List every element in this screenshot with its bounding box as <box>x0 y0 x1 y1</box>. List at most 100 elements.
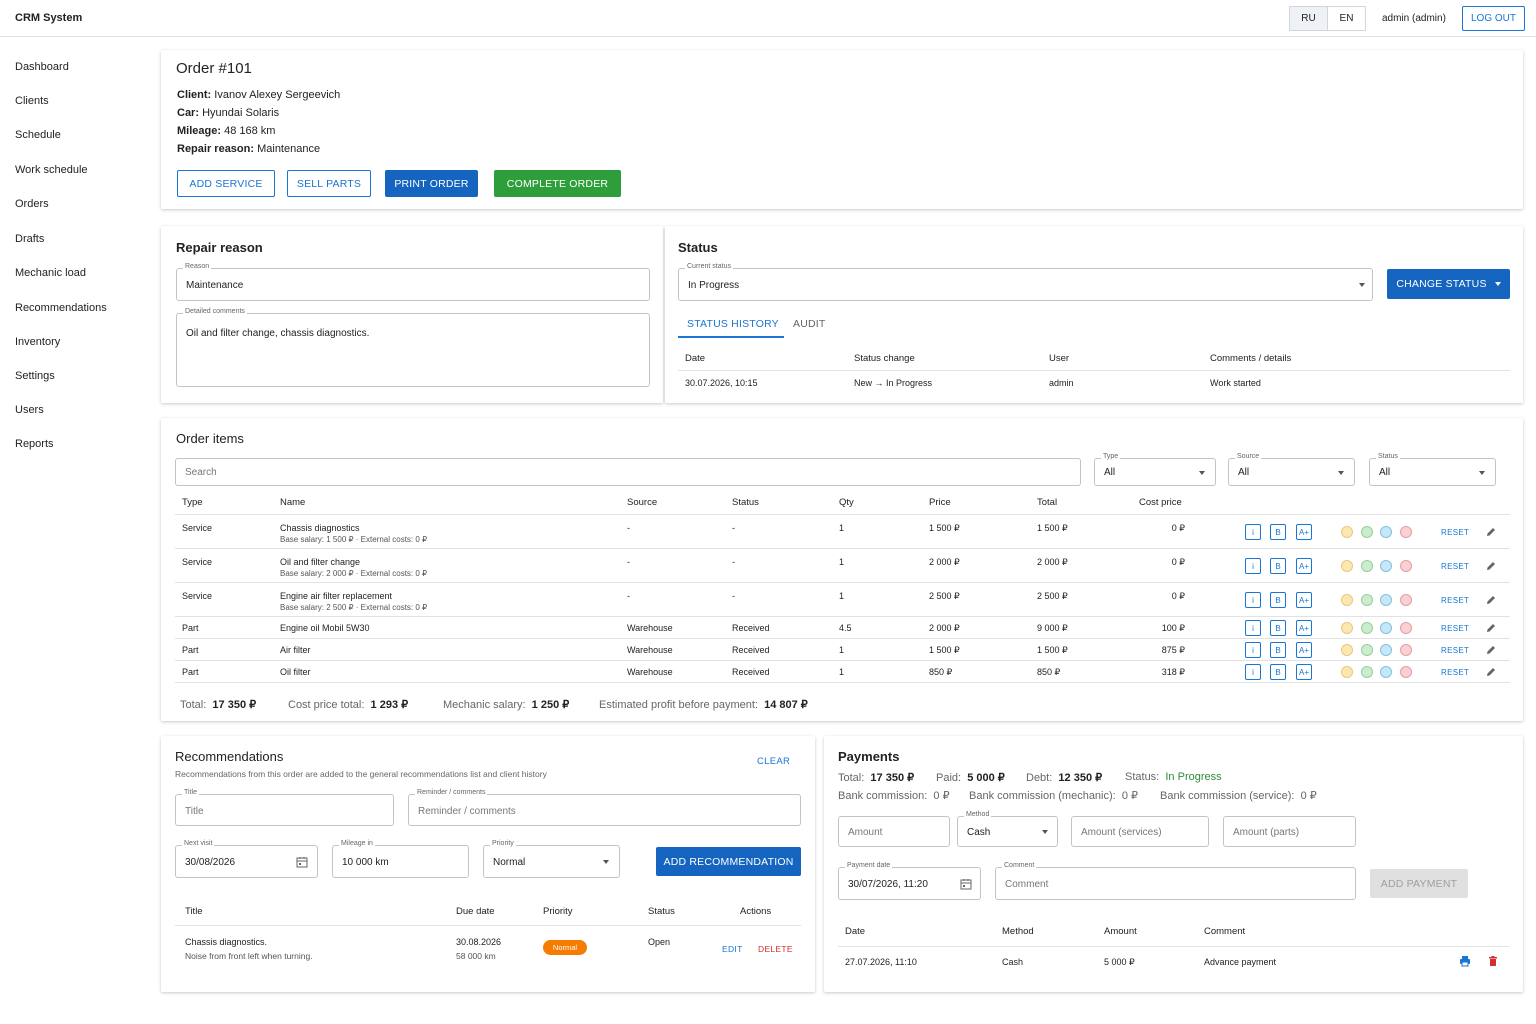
reset-button[interactable]: RESET <box>1441 624 1469 633</box>
calendar-icon[interactable] <box>960 878 972 890</box>
status-dot-yellow[interactable] <box>1341 666 1353 678</box>
tab-status-history[interactable]: STATUS HISTORY <box>687 318 779 330</box>
status-dot-green[interactable] <box>1361 622 1373 634</box>
sidebar-item-inventory[interactable]: Inventory <box>15 336 60 348</box>
info-button[interactable]: i <box>1245 664 1261 680</box>
payment-date-input[interactable]: Payment date 30/07/2026, 11:20 <box>838 862 981 900</box>
next-visit-date-input[interactable]: Next visit 30/08/2026 <box>175 840 318 878</box>
logout-button[interactable]: LOG OUT <box>1462 6 1525 31</box>
pencil-icon[interactable] <box>1485 644 1497 656</box>
info-button[interactable]: i <box>1245 558 1261 574</box>
a-plus-button[interactable]: A+ <box>1296 664 1312 680</box>
edit-button[interactable]: EDIT <box>722 944 743 954</box>
status-dot-red[interactable] <box>1400 622 1412 634</box>
info-button[interactable]: i <box>1245 592 1261 608</box>
pencil-icon[interactable] <box>1485 526 1497 538</box>
status-filter-select[interactable]: Status All <box>1369 453 1496 486</box>
info-button[interactable]: i <box>1245 524 1261 540</box>
info-button[interactable]: i <box>1245 620 1261 636</box>
status-dot-green[interactable] <box>1361 594 1373 606</box>
b-button[interactable]: B <box>1270 664 1286 680</box>
trash-icon[interactable] <box>1487 955 1499 967</box>
add-recommendation-button[interactable]: ADD RECOMMENDATION <box>656 847 801 876</box>
sidebar-item-clients[interactable]: Clients <box>15 95 49 107</box>
b-button[interactable]: B <box>1270 620 1286 636</box>
amount-services-input[interactable]: Amount (services) <box>1071 816 1209 847</box>
status-dot-yellow[interactable] <box>1341 560 1353 572</box>
reset-button[interactable]: RESET <box>1441 668 1469 677</box>
status-dot-green[interactable] <box>1361 666 1373 678</box>
reset-button[interactable]: RESET <box>1441 528 1469 537</box>
payment-comment-input[interactable]: Comment Comment <box>995 862 1356 900</box>
complete-order-button[interactable]: COMPLETE ORDER <box>494 170 621 197</box>
b-button[interactable]: B <box>1270 558 1286 574</box>
status-dot-blue[interactable] <box>1380 560 1392 572</box>
change-status-button[interactable]: CHANGE STATUS <box>1387 269 1510 299</box>
status-dot-blue[interactable] <box>1380 666 1392 678</box>
reset-button[interactable]: RESET <box>1441 562 1469 571</box>
sell-parts-button[interactable]: SELL PARTS <box>287 170 371 197</box>
status-dot-red[interactable] <box>1400 594 1412 606</box>
sidebar-item-drafts[interactable]: Drafts <box>15 233 44 245</box>
sidebar-item-users[interactable]: Users <box>15 404 44 416</box>
rec-reminder-input[interactable]: Reminder / comments Reminder / comments <box>408 789 801 826</box>
sidebar-item-work-schedule[interactable]: Work schedule <box>15 164 88 176</box>
source-filter-select[interactable]: Source All <box>1228 453 1355 486</box>
status-dot-blue[interactable] <box>1380 526 1392 538</box>
rec-title-input[interactable]: Title Title <box>175 789 394 826</box>
amount-parts-input[interactable]: Amount (parts) <box>1223 816 1356 847</box>
status-dot-green[interactable] <box>1361 526 1373 538</box>
lang-en-button[interactable]: EN <box>1327 6 1366 31</box>
reason-field[interactable]: Reason Maintenance <box>176 263 650 301</box>
add-service-button[interactable]: ADD SERVICE <box>177 170 275 197</box>
a-plus-button[interactable]: A+ <box>1296 592 1312 608</box>
status-dot-blue[interactable] <box>1380 644 1392 656</box>
a-plus-button[interactable]: A+ <box>1296 524 1312 540</box>
calendar-icon[interactable] <box>296 856 308 868</box>
tab-audit[interactable]: AUDIT <box>793 318 826 330</box>
items-search-input[interactable]: Search <box>175 458 1081 486</box>
print-order-button[interactable]: PRINT ORDER <box>385 170 478 197</box>
sidebar-item-recommendations[interactable]: Recommendations <box>15 302 107 314</box>
sidebar-item-mechanic-load[interactable]: Mechanic load <box>15 267 86 279</box>
pencil-icon[interactable] <box>1485 666 1497 678</box>
status-dot-green[interactable] <box>1361 560 1373 572</box>
b-button[interactable]: B <box>1270 642 1286 658</box>
status-dot-yellow[interactable] <box>1341 622 1353 634</box>
status-dot-yellow[interactable] <box>1341 594 1353 606</box>
reset-button[interactable]: RESET <box>1441 646 1469 655</box>
status-dot-red[interactable] <box>1400 666 1412 678</box>
sidebar-item-schedule[interactable]: Schedule <box>15 129 61 141</box>
b-button[interactable]: B <box>1270 592 1286 608</box>
pencil-icon[interactable] <box>1485 594 1497 606</box>
sidebar-item-dashboard[interactable]: Dashboard <box>15 61 69 73</box>
add-payment-button[interactable]: ADD PAYMENT <box>1370 869 1468 898</box>
sidebar-item-orders[interactable]: Orders <box>15 198 49 210</box>
reset-button[interactable]: RESET <box>1441 596 1469 605</box>
status-dot-red[interactable] <box>1400 560 1412 572</box>
b-button[interactable]: B <box>1270 524 1286 540</box>
status-dot-yellow[interactable] <box>1341 526 1353 538</box>
info-button[interactable]: i <box>1245 642 1261 658</box>
priority-select[interactable]: Priority Normal <box>483 840 620 878</box>
payment-method-select[interactable]: Method Cash <box>957 811 1058 847</box>
sidebar-item-settings[interactable]: Settings <box>15 370 55 382</box>
pencil-icon[interactable] <box>1485 622 1497 634</box>
status-dot-yellow[interactable] <box>1341 644 1353 656</box>
status-dot-red[interactable] <box>1400 526 1412 538</box>
sidebar-item-reports[interactable]: Reports <box>15 438 54 450</box>
payment-amount-input[interactable]: Amount <box>838 816 950 847</box>
type-filter-select[interactable]: Type All <box>1094 453 1216 486</box>
clear-button[interactable]: CLEAR <box>757 756 790 767</box>
status-dot-blue[interactable] <box>1380 594 1392 606</box>
a-plus-button[interactable]: A+ <box>1296 642 1312 658</box>
detailed-comments-field[interactable]: Detailed comments Oil and filter change,… <box>176 308 650 387</box>
a-plus-button[interactable]: A+ <box>1296 620 1312 636</box>
pencil-icon[interactable] <box>1485 560 1497 572</box>
status-dot-red[interactable] <box>1400 644 1412 656</box>
a-plus-button[interactable]: A+ <box>1296 558 1312 574</box>
print-icon[interactable] <box>1459 955 1471 967</box>
status-dot-green[interactable] <box>1361 644 1373 656</box>
delete-button[interactable]: DELETE <box>758 944 793 954</box>
mileage-in-input[interactable]: Mileage in 10 000 km <box>332 840 469 878</box>
